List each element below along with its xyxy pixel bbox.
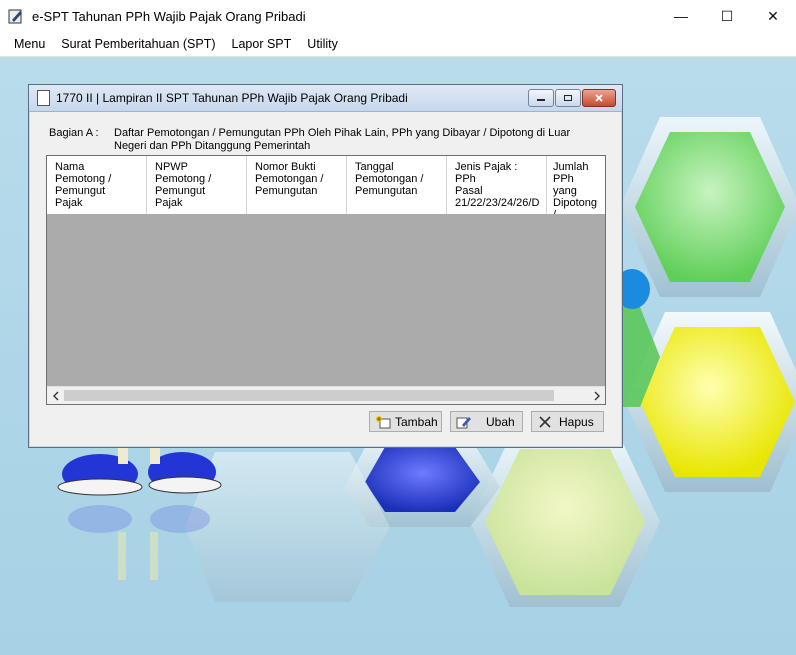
restore-icon (564, 95, 572, 101)
column-header-nama[interactable]: Nama Pemotong / Pemungut Pajak (47, 156, 147, 214)
app-titlebar: e-SPT Tahunan PPh Wajib Pajak Orang Prib… (0, 0, 796, 32)
column-header-jumlah-pph[interactable]: Jumlah PPh yang Dipotong / Dipungut (547, 156, 605, 214)
chevron-left-icon (52, 391, 58, 400)
menu-item-lapor-spt[interactable]: Lapor SPT (224, 37, 300, 51)
minimize-icon (537, 99, 545, 101)
lampiran-dialog: 1770 II | Lampiran II SPT Tahunan PPh Wa… (28, 84, 623, 448)
dialog-titlebar: 1770 II | Lampiran II SPT Tahunan PPh Wa… (29, 85, 622, 112)
scroll-right-arrow[interactable] (588, 387, 605, 404)
dialog-title: 1770 II | Lampiran II SPT Tahunan PPh Wa… (56, 91, 408, 105)
maximize-button[interactable]: ☐ (704, 0, 750, 32)
app-title: e-SPT Tahunan PPh Wajib Pajak Orang Prib… (32, 8, 306, 24)
grid-header: Nama Pemotong / Pemungut Pajak NPWP Pemo… (47, 156, 605, 214)
close-icon (595, 94, 603, 102)
menu-item-utility[interactable]: Utility (299, 37, 346, 51)
horizontal-scrollbar[interactable] (47, 386, 605, 404)
tambah-button[interactable]: Tambah (369, 411, 442, 432)
dialog-maximize-button[interactable] (555, 89, 581, 107)
scroll-left-arrow[interactable] (47, 387, 64, 404)
dialog-close-button[interactable] (582, 89, 616, 107)
hapus-button[interactable]: Hapus (531, 411, 604, 432)
close-button[interactable]: ✕ (750, 0, 796, 32)
column-header-tanggal[interactable]: Tanggal Pemotongan / Pemungutan (347, 156, 447, 214)
minimize-button[interactable]: — (658, 0, 704, 32)
chevron-right-icon (594, 391, 600, 400)
ubah-label: Ubah (486, 414, 515, 429)
menu-bar: Menu Surat Pemberitahuan (SPT) Lapor SPT… (0, 32, 796, 57)
bagian-label: Bagian A : (49, 127, 99, 139)
tambah-label: Tambah (395, 414, 438, 429)
column-header-npwp[interactable]: NPWP Pemotong / Pemungut Pajak (147, 156, 247, 214)
ubah-button[interactable]: Ubah (450, 411, 523, 432)
scroll-thumb[interactable] (64, 390, 554, 401)
data-grid[interactable]: Nama Pemotong / Pemungut Pajak NPWP Pemo… (46, 155, 606, 405)
delete-icon (537, 415, 553, 429)
document-icon (37, 90, 50, 106)
column-header-nomor-bukti[interactable]: Nomor Bukti Pemotongan / Pemungutan (247, 156, 347, 214)
menu-item-menu[interactable]: Menu (6, 37, 53, 51)
menu-item-surat-pemberitahuan[interactable]: Surat Pemberitahuan (SPT) (53, 37, 223, 51)
column-header-jenis-pajak[interactable]: Jenis Pajak : PPh Pasal 21/22/23/24/26/D (447, 156, 547, 214)
edit-icon (456, 415, 472, 429)
bagian-description: Daftar Pemotongan / Pemungutan PPh Oleh … (114, 127, 571, 152)
dialog-minimize-button[interactable] (528, 89, 554, 107)
app-icon (8, 8, 24, 24)
add-icon (375, 415, 391, 429)
hapus-label: Hapus (559, 414, 594, 429)
